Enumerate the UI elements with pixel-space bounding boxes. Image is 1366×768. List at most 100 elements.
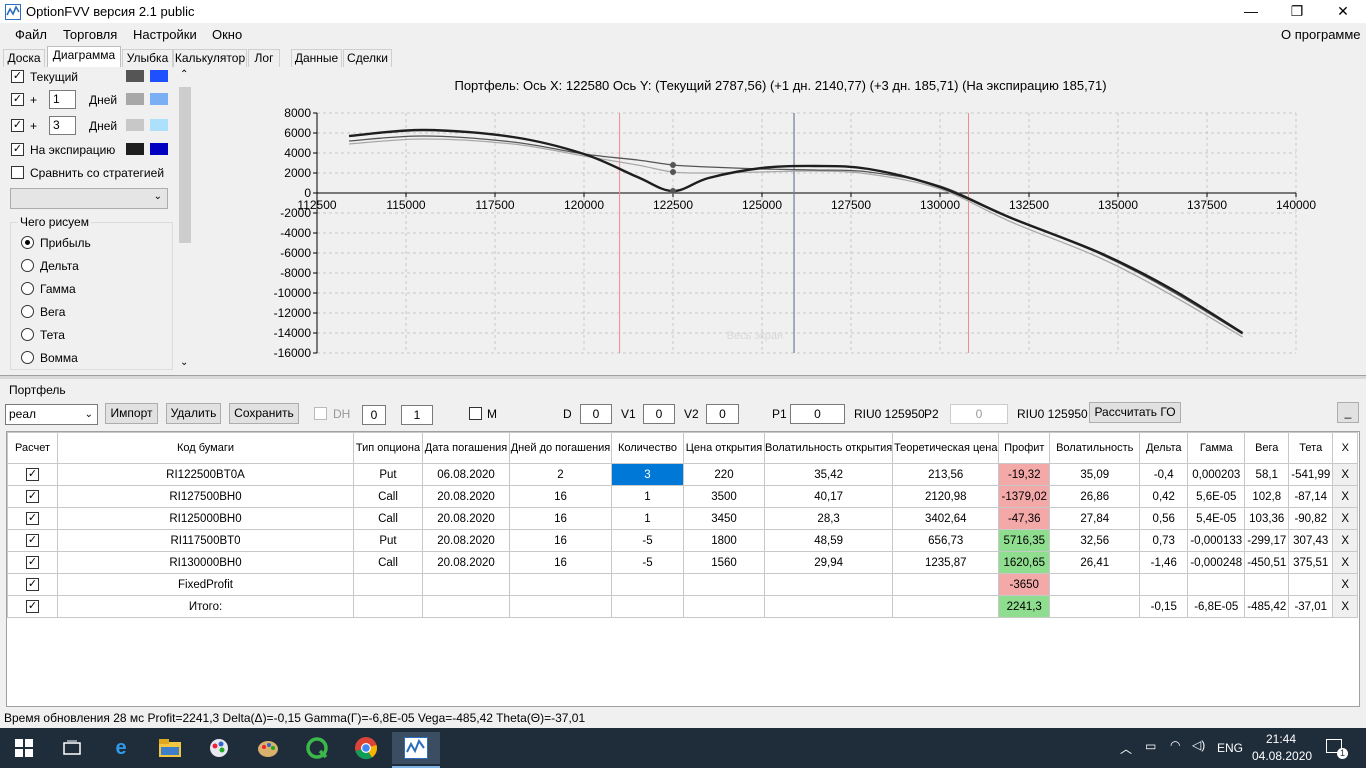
compare-checkbox[interactable] xyxy=(11,166,24,179)
table-cell[interactable]: Call xyxy=(353,485,423,508)
table-cell[interactable]: 2120,98 xyxy=(892,485,1000,508)
table-cell[interactable]: 1560 xyxy=(683,551,765,574)
p1-input[interactable]: 0 xyxy=(790,404,845,424)
quik-icon[interactable] xyxy=(293,732,341,764)
menu-trade[interactable]: Торговля xyxy=(63,27,117,42)
tab-smile[interactable]: Улыбка xyxy=(122,49,173,67)
table-row[interactable]: ✓ FixedProfit -3650 X xyxy=(7,573,1359,596)
table-cell[interactable]: -0,000248 xyxy=(1187,551,1246,574)
table-cell[interactable]: -485,42 xyxy=(1244,595,1290,618)
calc-checkbox[interactable]: ✓ xyxy=(26,600,39,613)
table-cell[interactable]: Итого: xyxy=(57,595,354,618)
column-header[interactable]: X xyxy=(1332,432,1359,464)
radio-gamma[interactable] xyxy=(21,282,34,295)
calc-go-button[interactable]: Рассчитать ГО xyxy=(1089,402,1181,423)
table-cell[interactable]: -1,46 xyxy=(1139,551,1189,574)
calc-checkbox-cell[interactable]: ✓ xyxy=(7,595,58,618)
column-header[interactable]: Цена открытия xyxy=(683,432,765,464)
tab-deals[interactable]: Сделки xyxy=(343,49,392,67)
table-row[interactable]: ✓ RI122500BT0A Put 06.08.2020 2 3 220 35,42 213,… xyxy=(7,463,1359,486)
table-cell[interactable]: 1 xyxy=(611,485,684,508)
tab-board[interactable]: Доска xyxy=(3,49,45,67)
chrome-icon[interactable] xyxy=(342,732,390,764)
table-cell[interactable] xyxy=(1288,573,1334,596)
table-row[interactable]: ✓ Итого: 2241,3 -0,15 -6,8E-05 -485,42 -37,01 X xyxy=(7,595,1359,618)
table-cell[interactable] xyxy=(422,595,510,618)
language-indicator[interactable]: ENG xyxy=(1217,741,1243,755)
table-cell[interactable]: 16 xyxy=(509,507,612,530)
menu-file[interactable]: Файл xyxy=(15,27,47,42)
column-header[interactable]: Вега xyxy=(1244,432,1290,464)
table-cell[interactable]: 26,41 xyxy=(1049,551,1141,574)
calc-checkbox[interactable]: ✓ xyxy=(26,556,39,569)
table-cell[interactable]: 3 xyxy=(611,463,684,486)
current-checkbox[interactable]: ✓ xyxy=(11,70,24,83)
table-cell[interactable]: -5 xyxy=(611,529,684,552)
table-cell[interactable]: -5 xyxy=(611,551,684,574)
table-cell[interactable]: 20.08.2020 xyxy=(422,485,510,508)
table-cell[interactable]: 35,42 xyxy=(763,463,894,486)
table-row[interactable]: ✓ RI125000BH0 Call 20.08.2020 16 1 3450 28,3 340… xyxy=(7,507,1359,530)
calc-checkbox-cell[interactable]: ✓ xyxy=(7,573,58,596)
column-header[interactable]: Дельта xyxy=(1139,432,1189,464)
day1-color-swatch[interactable] xyxy=(126,93,144,105)
remove-row-button[interactable]: X xyxy=(1332,595,1359,618)
table-cell[interactable]: 27,84 xyxy=(1049,507,1141,530)
table-cell[interactable]: 2241,3 xyxy=(998,595,1051,618)
table-cell[interactable]: 375,51 xyxy=(1288,551,1334,574)
table-cell[interactable] xyxy=(422,573,510,596)
chevron-up-icon[interactable]: ︿ xyxy=(1120,740,1132,757)
column-header[interactable]: Гамма xyxy=(1187,432,1246,464)
table-cell[interactable]: 5716,35 xyxy=(998,529,1051,552)
day3-color2-swatch[interactable] xyxy=(150,119,168,131)
v1-input[interactable]: 0 xyxy=(643,404,675,424)
calc-checkbox[interactable]: ✓ xyxy=(26,490,39,503)
table-cell[interactable]: 1235,87 xyxy=(892,551,1000,574)
table-cell[interactable]: -3650 xyxy=(998,573,1051,596)
task-view-icon[interactable] xyxy=(48,732,96,764)
table-cell[interactable] xyxy=(1049,573,1141,596)
table-cell[interactable]: RI125000BH0 xyxy=(57,507,354,530)
calc-checkbox-cell[interactable]: ✓ xyxy=(7,485,58,508)
table-cell[interactable]: Put xyxy=(353,463,423,486)
expiry-color2-swatch[interactable] xyxy=(150,143,168,155)
table-cell[interactable]: FixedProfit xyxy=(57,573,354,596)
paint-app-icon[interactable] xyxy=(195,732,243,764)
table-cell[interactable]: 16 xyxy=(509,551,612,574)
table-cell[interactable]: 06.08.2020 xyxy=(422,463,510,486)
expiry-color-swatch[interactable] xyxy=(126,143,144,155)
table-cell[interactable]: 1800 xyxy=(683,529,765,552)
column-header[interactable]: Код бумаги xyxy=(57,432,354,464)
table-row[interactable]: ✓ RI127500BH0 Call 20.08.2020 16 1 3500 40,17 21… xyxy=(7,485,1359,508)
column-header[interactable]: Волатильность открытия xyxy=(763,432,894,464)
table-cell[interactable] xyxy=(892,595,1000,618)
scroll-down-icon[interactable]: ⌄ xyxy=(180,357,188,368)
p2-input[interactable]: 0 xyxy=(950,404,1008,424)
table-cell[interactable]: 1620,65 xyxy=(998,551,1051,574)
radio-vomma[interactable] xyxy=(21,351,34,364)
table-cell[interactable]: -47,36 xyxy=(998,507,1051,530)
spin2-input[interactable]: 1 xyxy=(401,405,433,425)
table-cell[interactable]: 5,6E-05 xyxy=(1187,485,1246,508)
radio-vega[interactable] xyxy=(21,305,34,318)
table-cell[interactable]: 40,17 xyxy=(763,485,894,508)
table-cell[interactable]: Call xyxy=(353,551,423,574)
v2-input[interactable]: 0 xyxy=(706,404,739,424)
table-cell[interactable]: RI130000BH0 xyxy=(57,551,354,574)
close-button[interactable]: ✕ xyxy=(1320,0,1366,23)
positions-grid[interactable]: Расчет Код бумаги Тип опциона Дата погашени… xyxy=(6,431,1360,707)
m-checkbox[interactable] xyxy=(469,407,482,420)
table-cell[interactable]: 0,73 xyxy=(1139,529,1189,552)
windows-start-icon[interactable] xyxy=(0,732,48,764)
table-cell[interactable]: 26,86 xyxy=(1049,485,1141,508)
table-cell[interactable] xyxy=(763,595,894,618)
table-cell[interactable]: 213,56 xyxy=(892,463,1000,486)
table-cell[interactable]: 48,59 xyxy=(763,529,894,552)
table-cell[interactable]: 220 xyxy=(683,463,765,486)
day1-checkbox[interactable]: ✓ xyxy=(11,93,24,106)
column-header[interactable]: Дней до погашения xyxy=(509,432,612,464)
column-header[interactable]: Теоретическая цена xyxy=(892,432,1000,464)
table-cell[interactable]: RI127500BH0 xyxy=(57,485,354,508)
table-cell[interactable]: 58,1 xyxy=(1244,463,1290,486)
current-color2-swatch[interactable] xyxy=(150,70,168,82)
